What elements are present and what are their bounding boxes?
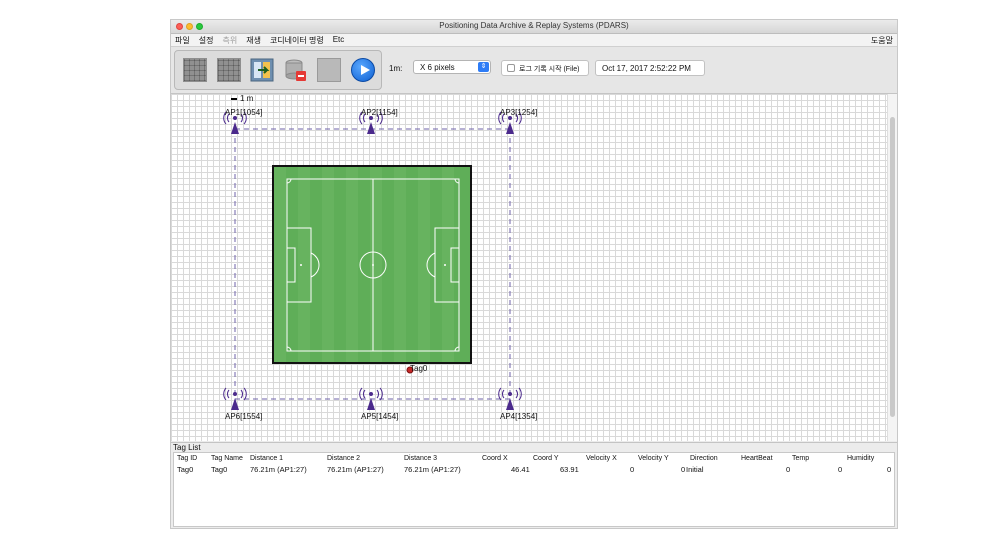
menu-file[interactable]: 파일 xyxy=(175,35,190,46)
play-button[interactable] xyxy=(351,58,375,82)
column-header[interactable]: HeartBeat xyxy=(741,455,773,462)
column-header[interactable]: Direction xyxy=(690,455,718,462)
tag-list-table[interactable]: Tag ID Tag Name Distance 1 Distance 2 Di… xyxy=(173,452,895,527)
ap-label: AP6[1554] xyxy=(225,412,263,421)
import-icon[interactable] xyxy=(250,58,274,82)
cell-tag-id: Tag0 xyxy=(177,465,194,474)
cell-direction: Initial xyxy=(686,465,704,474)
grid-disabled-icon[interactable] xyxy=(317,58,341,82)
vertical-scrollbar[interactable] xyxy=(887,94,897,441)
ap-label: AP4[1354] xyxy=(500,412,538,421)
map-canvas[interactable]: 1 m AP1[1054] AP2[1154] AP3[1254] AP4[13… xyxy=(171,94,897,441)
column-header[interactable]: Tag ID xyxy=(177,455,197,462)
log-record-toggle[interactable]: 로그 기록 시작 (File) xyxy=(501,60,589,76)
database-delete-icon[interactable] xyxy=(283,58,307,82)
scale-select-value: X 6 pixels xyxy=(420,63,455,72)
menu-etc[interactable]: Etc xyxy=(333,35,345,46)
cell-humidity: 0 xyxy=(887,465,892,474)
column-header[interactable]: Distance 1 xyxy=(250,455,283,462)
cell-distance1: 76.21m (AP1:27) xyxy=(250,465,307,474)
cell-velocity-y: 0 xyxy=(681,465,686,474)
title-bar: Positioning Data Archive & Replay System… xyxy=(171,20,897,34)
chevron-updown-icon: ⇕ xyxy=(478,62,489,72)
menu-help[interactable]: 도움말 xyxy=(871,35,893,46)
cell-distance2: 76.21m (AP1:27) xyxy=(327,465,384,474)
column-header[interactable]: Velocity X xyxy=(586,455,617,462)
column-header[interactable]: Coord Y xyxy=(533,455,559,462)
window-title: Positioning Data Archive & Replay System… xyxy=(439,21,629,30)
grid-icon[interactable] xyxy=(217,58,241,82)
menu-settings[interactable]: 설정 xyxy=(199,35,214,46)
menu-positioning[interactable]: 측위 xyxy=(222,35,237,46)
column-header[interactable]: Tag Name xyxy=(211,455,243,462)
cell-velocity-x: 0 xyxy=(630,465,635,474)
cell-tag-name: Tag0 xyxy=(211,465,228,474)
column-header[interactable]: Humidity xyxy=(847,455,874,462)
log-record-label: 로그 기록 시작 (File) xyxy=(519,66,580,73)
column-header[interactable]: Coord X xyxy=(482,455,508,462)
menu-replay[interactable]: 재생 xyxy=(246,35,261,46)
ap-label: AP5[1454] xyxy=(361,412,399,421)
app-window: Positioning Data Archive & Replay System… xyxy=(170,19,898,529)
column-header[interactable]: Velocity Y xyxy=(638,455,669,462)
cell-coord-y: 63.91 xyxy=(560,465,579,474)
grid-icon[interactable] xyxy=(183,58,207,82)
datetime-value: Oct 17, 2017 2:52:22 PM xyxy=(602,64,691,73)
menu-coordinator-command[interactable]: 코디네이터 명령 xyxy=(270,35,324,46)
tag-list-title: Tag List xyxy=(173,443,201,452)
log-record-checkbox[interactable] xyxy=(507,64,515,72)
soccer-field xyxy=(272,165,472,364)
cell-heartbeat: 0 xyxy=(786,465,791,474)
scale-label: 1m: xyxy=(389,64,403,73)
scrollbar-thumb[interactable] xyxy=(890,117,895,417)
ap-label: AP1[1054] xyxy=(225,108,263,117)
scale-select[interactable]: X 6 pixels ⇕ xyxy=(413,60,491,74)
menu-bar: 파일 설정 측위 재생 코디네이터 명령 Etc 도움말 xyxy=(171,34,897,47)
column-header[interactable]: Temp xyxy=(792,455,809,462)
datetime-field[interactable]: Oct 17, 2017 2:52:22 PM xyxy=(595,60,705,76)
cell-temp: 0 xyxy=(838,465,843,474)
tag-label: Tag0 xyxy=(410,364,428,373)
toolbar-button-group xyxy=(174,50,382,90)
column-header[interactable]: Distance 3 xyxy=(404,455,437,462)
toolbar: 1m: X 6 pixels ⇕ 로그 기록 시작 (File) Oct 17,… xyxy=(171,47,897,94)
cell-coord-x: 46.41 xyxy=(511,465,530,474)
ap-label: AP2[1154] xyxy=(361,108,398,117)
column-header[interactable]: Distance 2 xyxy=(327,455,360,462)
ap-label: AP3[1254] xyxy=(500,108,538,117)
cell-distance3: 76.21m (AP1:27) xyxy=(404,465,461,474)
map-overlay xyxy=(223,111,522,410)
